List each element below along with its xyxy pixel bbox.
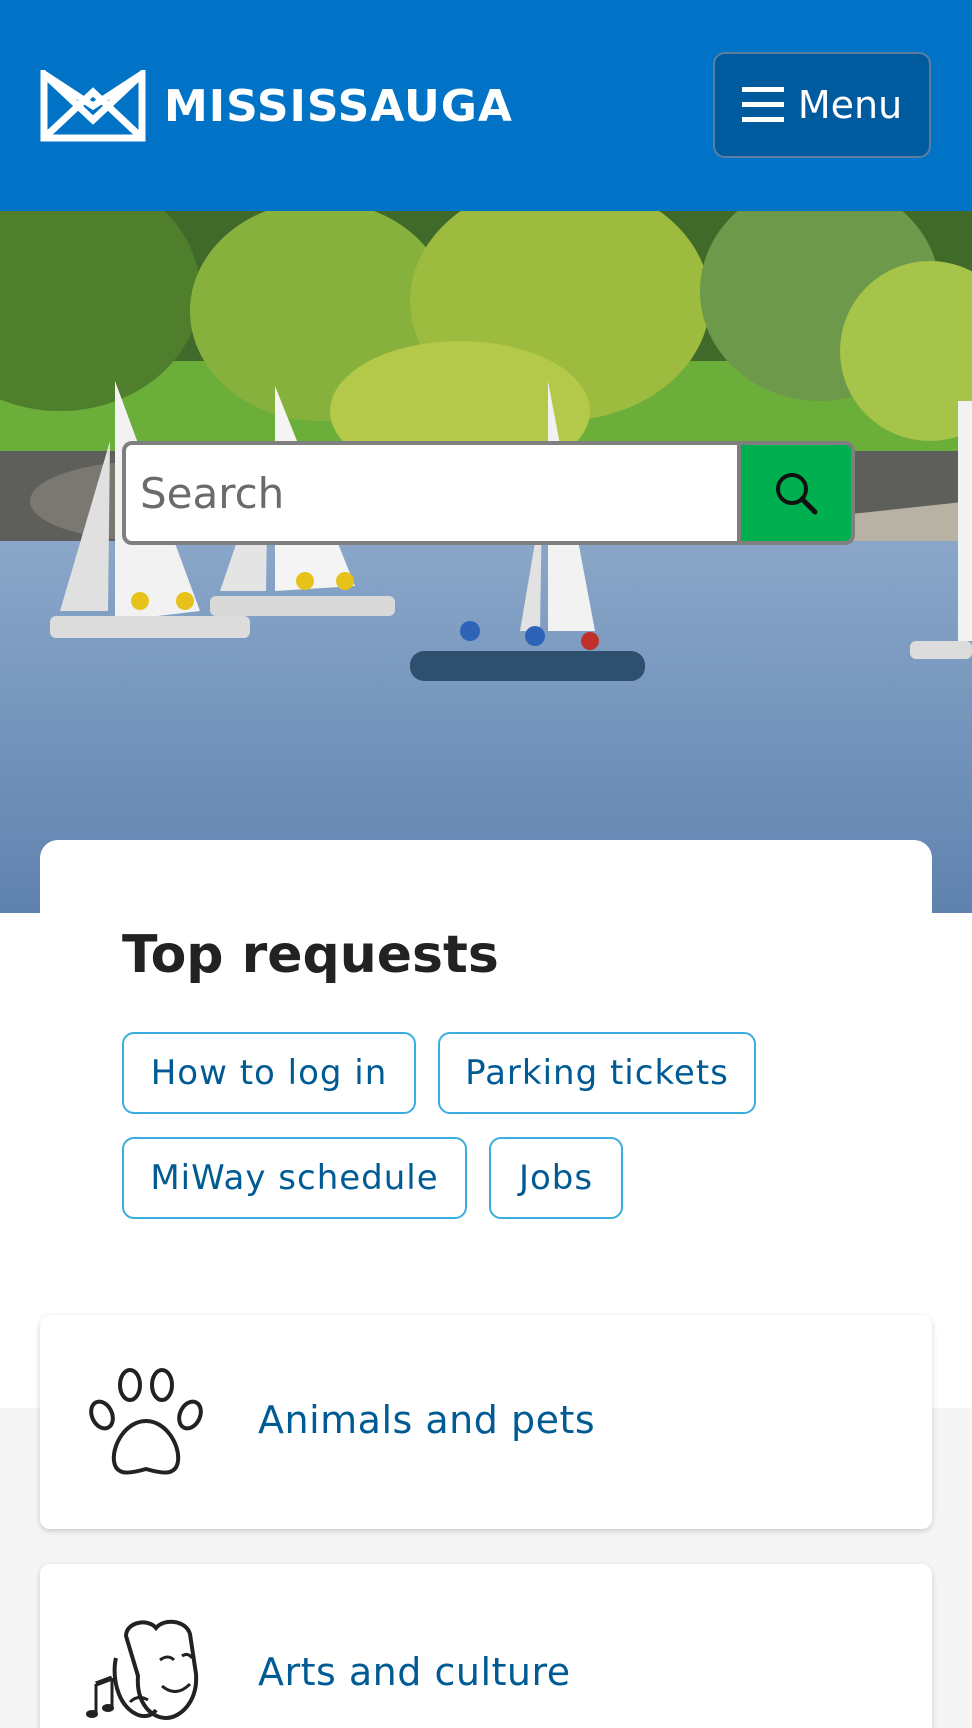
top-requests-title: Top requests bbox=[122, 925, 499, 985]
top-request-parking-tickets[interactable]: Parking tickets bbox=[438, 1032, 756, 1114]
category-animals-and-pets[interactable]: Animals and pets bbox=[40, 1315, 932, 1529]
menu-button[interactable]: Menu bbox=[713, 52, 931, 158]
search-bar bbox=[122, 441, 855, 545]
paw-icon bbox=[89, 1368, 203, 1475]
hamburger-icon bbox=[741, 87, 784, 122]
search-icon bbox=[776, 473, 818, 515]
mississauga-logo-icon bbox=[40, 70, 146, 142]
mississauga-logo[interactable]: MISSISSAUGA bbox=[40, 70, 513, 142]
category-label: Arts and culture bbox=[258, 1650, 571, 1694]
site-header: MISSISSAUGA Menu bbox=[0, 0, 972, 211]
menu-label: Menu bbox=[797, 83, 903, 127]
logo-text: MISSISSAUGA bbox=[164, 80, 513, 132]
category-arts-and-culture[interactable]: Arts and culture bbox=[40, 1564, 932, 1728]
top-request-how-to-log-in[interactable]: How to log in bbox=[122, 1032, 416, 1114]
category-label: Animals and pets bbox=[258, 1398, 596, 1442]
search-input[interactable] bbox=[126, 445, 737, 541]
top-request-jobs[interactable]: Jobs bbox=[489, 1137, 623, 1219]
top-request-miway-schedule[interactable]: MiWay schedule bbox=[122, 1137, 467, 1219]
theatre-masks-icon bbox=[86, 1619, 199, 1721]
hero-image bbox=[0, 211, 972, 913]
search-button[interactable] bbox=[741, 445, 851, 541]
